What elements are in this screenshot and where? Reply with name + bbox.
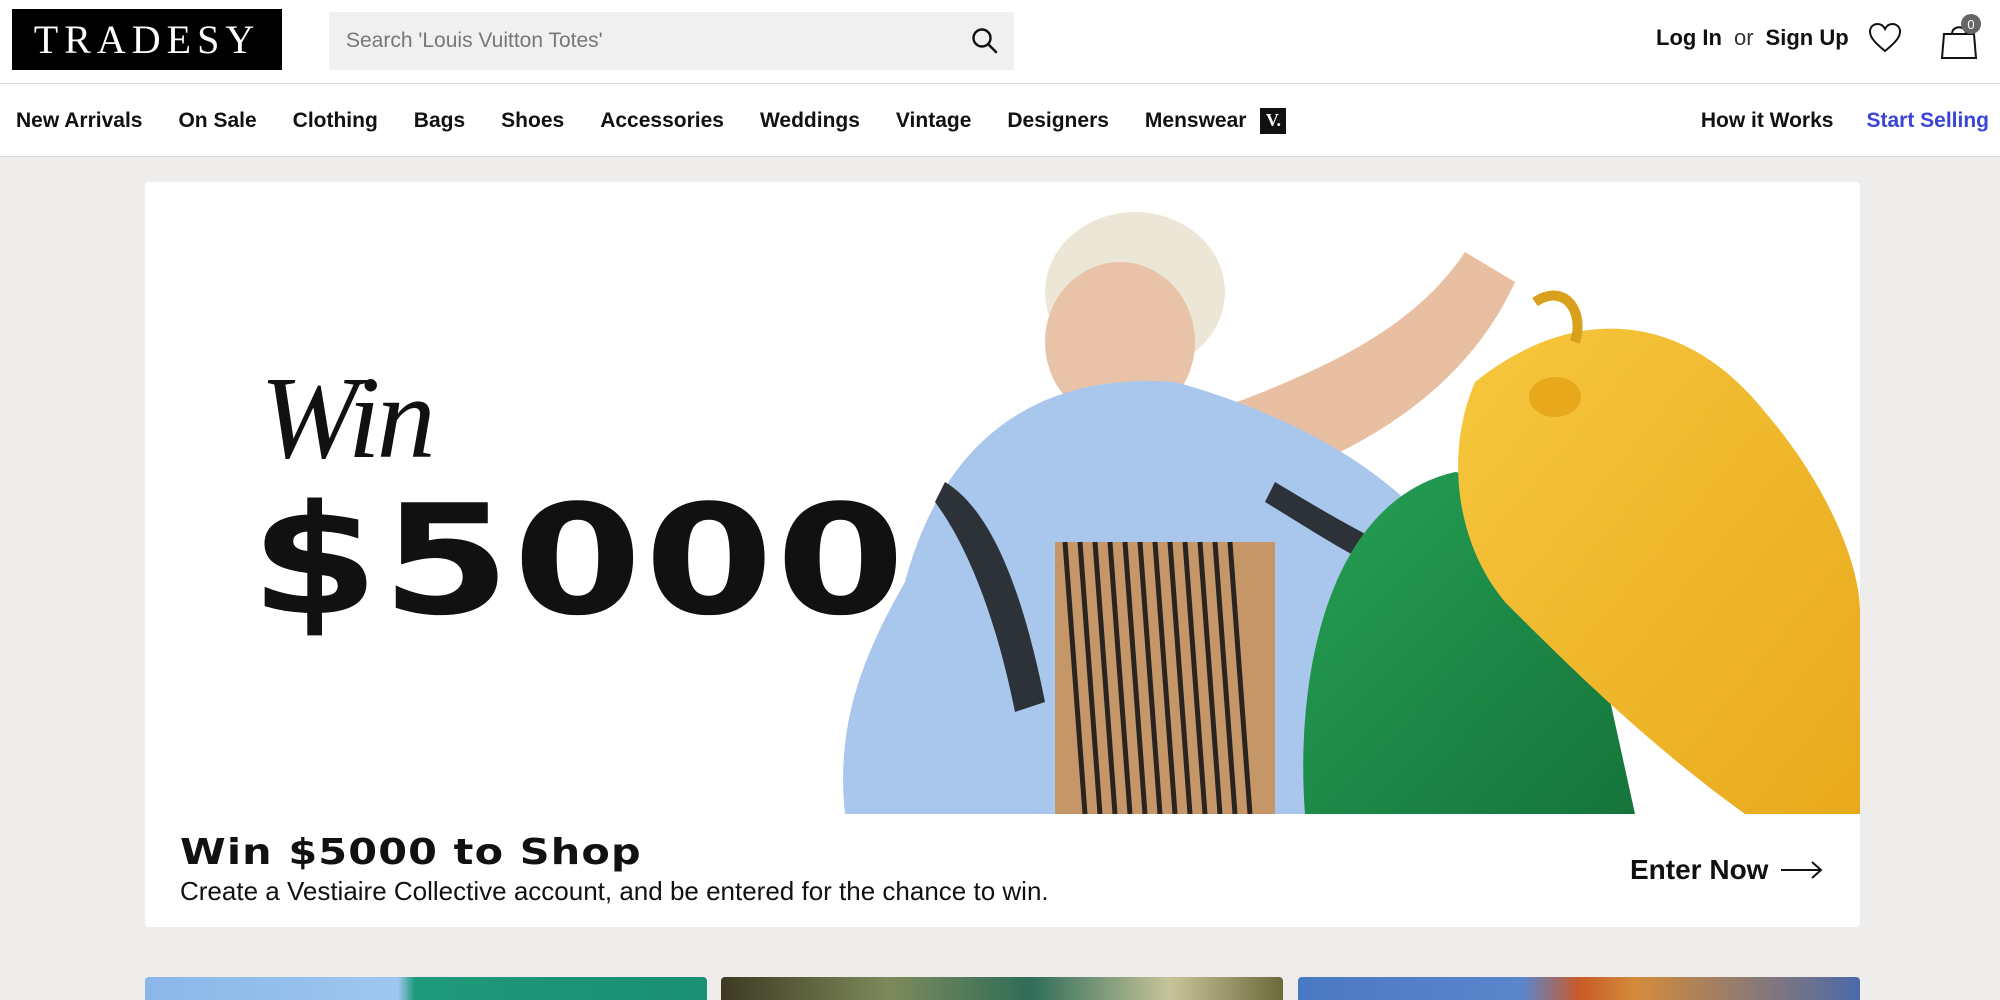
promo-tile-1[interactable] xyxy=(145,977,707,1000)
nav-item-weddings[interactable]: Weddings xyxy=(760,109,860,133)
hero-prize-amount: $5000 xyxy=(250,472,908,649)
search-bar xyxy=(329,12,1014,70)
login-link[interactable]: Log In xyxy=(1656,25,1722,51)
how-it-works-link[interactable]: How it Works xyxy=(1701,109,1834,133)
nav-item-bags[interactable]: Bags xyxy=(414,109,465,133)
start-selling-link[interactable]: Start Selling xyxy=(1866,109,1989,133)
site-logo[interactable]: TRADESY xyxy=(12,9,282,70)
auth-links: Log In or Sign Up xyxy=(1656,25,1849,51)
hero-banner[interactable]: Win $5000 Win $5000 to Shop Create a Ves… xyxy=(145,182,1860,927)
cart-count-badge: 0 xyxy=(1961,14,1981,34)
nav-item-on-sale[interactable]: On Sale xyxy=(178,109,256,133)
hero-image: Win $5000 xyxy=(145,182,1860,814)
signup-link[interactable]: Sign Up xyxy=(1766,25,1849,51)
promo-tile-2[interactable] xyxy=(721,977,1283,1000)
nav-item-vintage[interactable]: Vintage xyxy=(896,109,971,133)
search-input[interactable] xyxy=(329,12,949,70)
nav-item-designers[interactable]: Designers xyxy=(1007,109,1109,133)
enter-now-label: Enter Now xyxy=(1630,854,1769,885)
top-header: TRADESY Log In or Sign Up 0 xyxy=(0,0,2000,84)
or-separator: or xyxy=(1733,25,1754,50)
nav-item-new-arrivals[interactable]: New Arrivals xyxy=(16,109,142,133)
category-nav: New Arrivals On Sale Clothing Bags Shoes… xyxy=(16,84,1287,157)
promo-tile-3[interactable] xyxy=(1298,977,1860,1000)
striped-bag xyxy=(1055,541,1275,814)
vestiaire-logo-badge[interactable]: V. xyxy=(1260,107,1287,134)
enter-now-button[interactable]: Enter Now xyxy=(1630,854,1824,886)
search-icon[interactable] xyxy=(970,26,1000,56)
nav-item-accessories[interactable]: Accessories xyxy=(600,109,724,133)
main-nav: New Arrivals On Sale Clothing Bags Shoes… xyxy=(0,84,2000,157)
nav-item-clothing[interactable]: Clothing xyxy=(293,109,378,133)
hero-win-word: Win xyxy=(260,352,436,483)
hero-title: Win $5000 to Shop xyxy=(180,832,642,873)
heart-icon[interactable] xyxy=(1868,22,1902,54)
nav-item-menswear[interactable]: Menswear xyxy=(1145,109,1247,133)
arrow-right-icon xyxy=(1781,861,1823,879)
secondary-nav: How it Works Start Selling xyxy=(1701,84,1989,157)
hero-subtitle: Create a Vestiaire Collective account, a… xyxy=(180,876,1049,906)
nav-item-shoes[interactable]: Shoes xyxy=(501,109,564,133)
